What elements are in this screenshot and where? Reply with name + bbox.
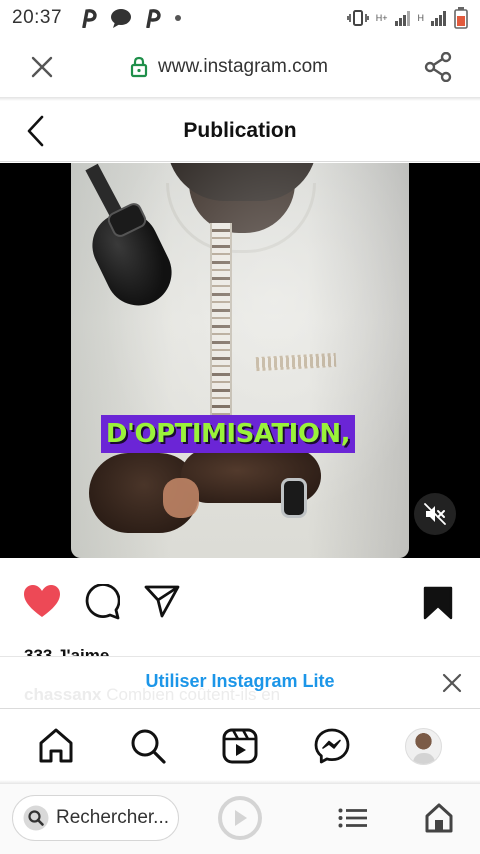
- signal-2-icon: [431, 10, 447, 26]
- share-post-button[interactable]: [144, 584, 180, 623]
- nav-search[interactable]: [129, 727, 167, 770]
- status-bar: 20:37 H+ H: [0, 0, 480, 36]
- post-actions: [0, 558, 480, 648]
- video-watch: [281, 478, 307, 518]
- dismiss-banner-button[interactable]: [442, 673, 462, 698]
- post-header: Publication: [0, 100, 480, 162]
- instagram-bottom-nav: [0, 708, 480, 782]
- status-time: 20:37: [12, 7, 63, 28]
- search-icon: [23, 805, 49, 831]
- close-tab-button[interactable]: [0, 55, 84, 79]
- browser-search-placeholder: Rechercher...: [56, 807, 169, 828]
- battery-low-icon: [454, 7, 468, 29]
- reels-icon: [222, 728, 258, 764]
- close-icon: [31, 56, 53, 78]
- close-icon: [442, 673, 462, 693]
- like-button[interactable]: [23, 584, 61, 623]
- back-button[interactable]: [26, 114, 46, 153]
- browser-address-bar: www.instagram.com: [0, 36, 480, 98]
- instagram-lite-banner: chassanx Combien coûtent-ils en Utiliser…: [0, 656, 480, 708]
- comment-icon: [85, 583, 121, 620]
- messenger-icon: [314, 728, 350, 764]
- heart-icon: [24, 585, 60, 617]
- browser-home-button[interactable]: [425, 803, 453, 838]
- page-title: Publication: [183, 118, 297, 142]
- mute-button[interactable]: [414, 493, 456, 535]
- menu-icon: [338, 808, 367, 828]
- signal-1-icon: [394, 10, 411, 26]
- network-type-2: H: [417, 12, 425, 23]
- mute-icon: [424, 503, 446, 525]
- share-button[interactable]: [396, 52, 480, 82]
- pinterest-notification-icon-2: [144, 8, 162, 28]
- chat-notification-icon: [110, 8, 132, 28]
- send-icon: [144, 585, 180, 618]
- play-button[interactable]: [218, 796, 262, 840]
- url-field[interactable]: www.instagram.com: [84, 56, 396, 78]
- video-fingertips: [163, 478, 199, 518]
- nav-messenger[interactable]: [313, 727, 351, 770]
- home-icon: [39, 728, 73, 763]
- save-button[interactable]: [423, 586, 453, 625]
- browser-search-field[interactable]: Rechercher...: [12, 795, 179, 841]
- network-type-1: H+: [375, 12, 388, 23]
- share-icon: [424, 52, 452, 82]
- video-caption-overlay: D'OPTIMISATION,: [101, 415, 355, 453]
- pinterest-notification-icon: [80, 8, 98, 28]
- more-notifications-dot-icon: [174, 14, 182, 22]
- url-text: www.instagram.com: [158, 56, 328, 77]
- search-icon: [131, 729, 166, 764]
- reel-video[interactable]: [71, 163, 409, 558]
- use-instagram-lite-link[interactable]: Utiliser Instagram Lite: [0, 671, 480, 692]
- likes-count[interactable]: 333 J'aime: [24, 646, 109, 656]
- back-icon: [27, 115, 44, 147]
- comment-button[interactable]: [84, 583, 121, 625]
- vibrate-icon: [346, 10, 369, 26]
- bookmark-icon: [423, 586, 453, 620]
- nav-profile-avatar[interactable]: [405, 728, 442, 765]
- nav-reels[interactable]: [221, 727, 259, 770]
- post-media[interactable]: D'OPTIMISATION,: [0, 163, 480, 558]
- nav-home[interactable]: [37, 727, 75, 770]
- video-caption-text: D'OPTIMISATION,: [105, 419, 351, 449]
- notification-icons: [80, 8, 182, 28]
- play-icon: [235, 810, 247, 826]
- home-icon: [425, 803, 453, 833]
- system-icons: H+ H: [346, 7, 468, 29]
- browser-bottom-toolbar: Rechercher...: [0, 784, 480, 854]
- menu-button[interactable]: [338, 808, 368, 833]
- lock-icon: [130, 56, 148, 78]
